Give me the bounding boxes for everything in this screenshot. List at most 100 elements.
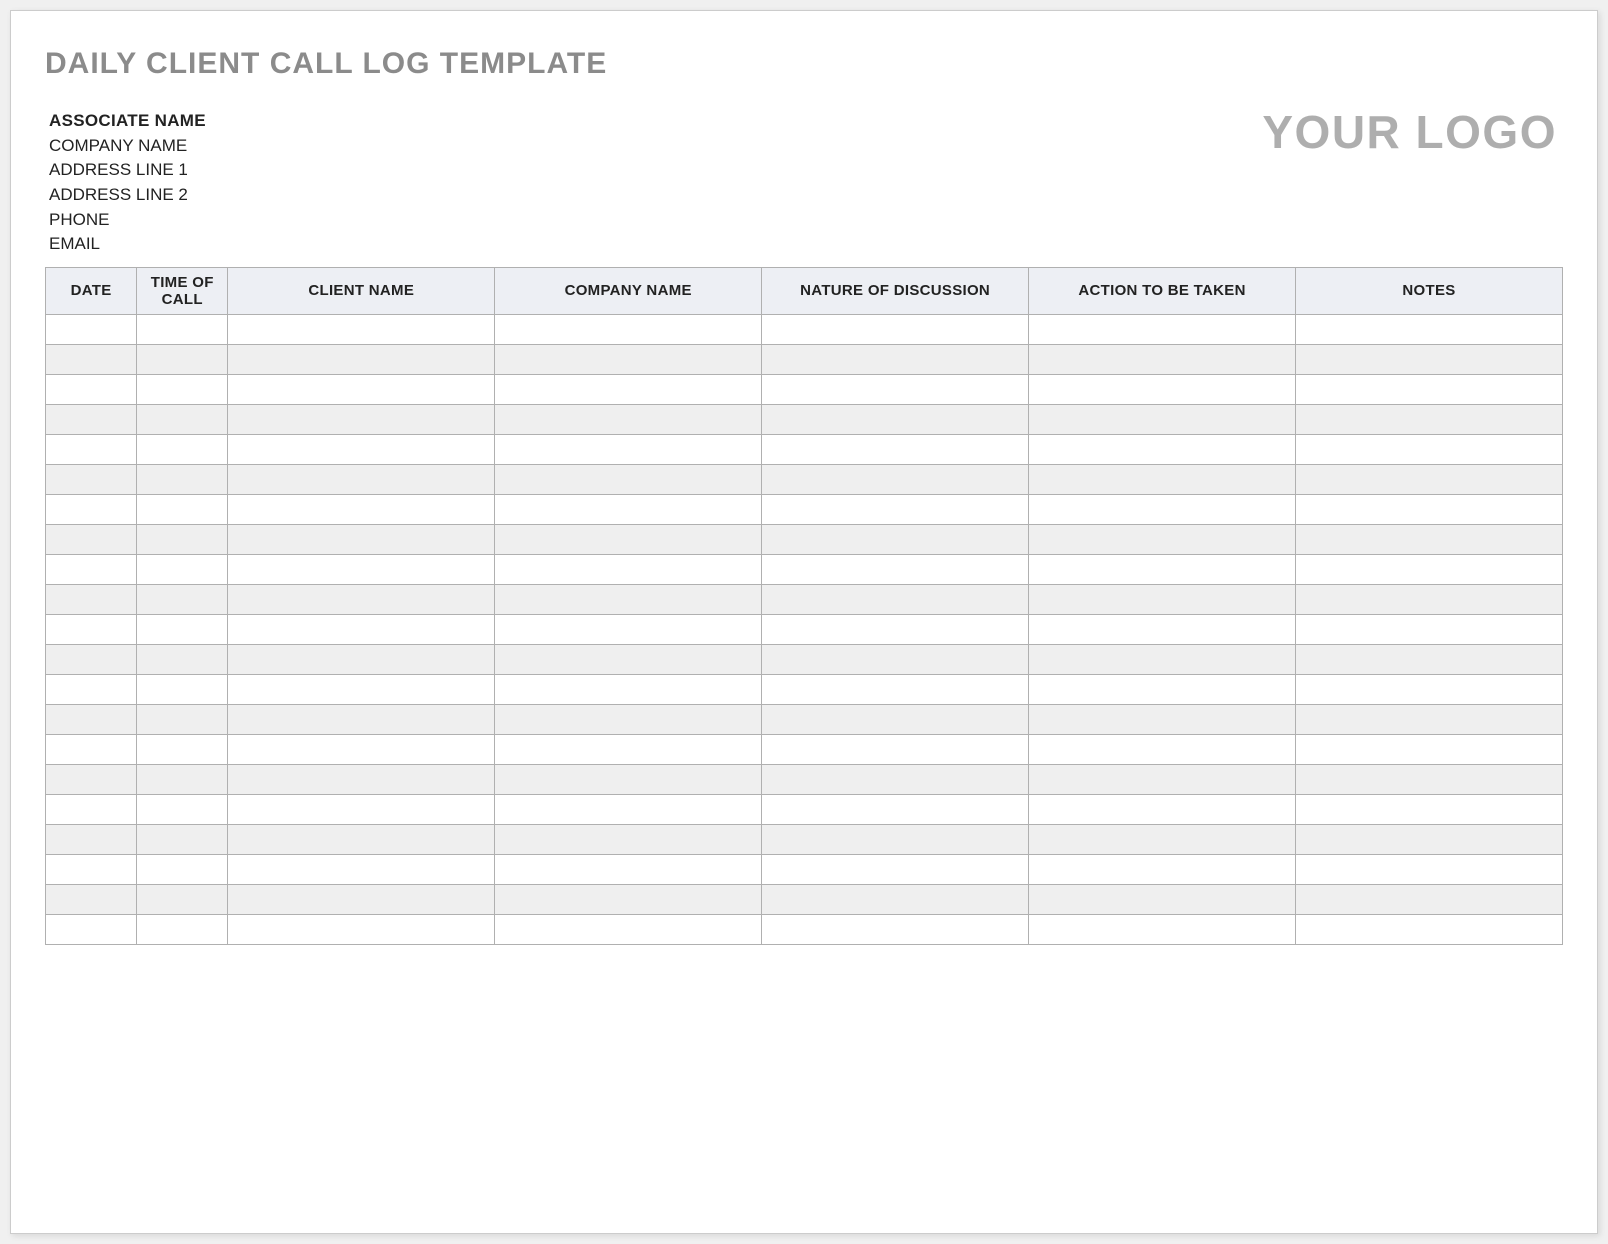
table-cell: [1296, 764, 1563, 794]
table-cell: [495, 464, 762, 494]
table-cell: [46, 374, 137, 404]
table-cell: [762, 734, 1029, 764]
table-cell: [137, 884, 228, 914]
table-cell: [495, 824, 762, 854]
header-client: CLIENT NAME: [228, 267, 495, 314]
table-cell: [1296, 794, 1563, 824]
table-cell: [1029, 824, 1296, 854]
table-cell: [228, 524, 495, 554]
table-cell: [1029, 764, 1296, 794]
table-cell: [228, 404, 495, 434]
table-cell: [228, 854, 495, 884]
header-time: TIME OF CALL: [137, 267, 228, 314]
table-cell: [762, 914, 1029, 944]
table-cell: [762, 704, 1029, 734]
table-cell: [228, 614, 495, 644]
table-cell: [46, 674, 137, 704]
table-cell: [1296, 854, 1563, 884]
table-cell: [228, 554, 495, 584]
table-cell: [137, 314, 228, 344]
table-cell: [46, 584, 137, 614]
table-cell: [1029, 854, 1296, 884]
table-cell: [228, 704, 495, 734]
table-row: [46, 644, 1563, 674]
table-row: [46, 764, 1563, 794]
table-cell: [228, 644, 495, 674]
table-cell: [495, 434, 762, 464]
table-cell: [762, 824, 1029, 854]
table-row: [46, 464, 1563, 494]
table-cell: [1029, 464, 1296, 494]
call-log-table: DATE TIME OF CALL CLIENT NAME COMPANY NA…: [45, 267, 1563, 945]
header-action: ACTION TO BE TAKEN: [1029, 267, 1296, 314]
table-cell: [46, 404, 137, 434]
header-row: ASSOCIATE NAME COMPANY NAME ADDRESS LINE…: [45, 109, 1563, 257]
table-cell: [495, 854, 762, 884]
table-cell: [228, 674, 495, 704]
table-row: [46, 554, 1563, 584]
table-cell: [1296, 914, 1563, 944]
table-cell: [495, 524, 762, 554]
table-cell: [46, 764, 137, 794]
table-cell: [1296, 884, 1563, 914]
table-cell: [46, 344, 137, 374]
table-cell: [495, 704, 762, 734]
table-cell: [137, 854, 228, 884]
table-cell: [762, 404, 1029, 434]
table-cell: [137, 614, 228, 644]
table-cell: [762, 614, 1029, 644]
table-cell: [1296, 434, 1563, 464]
associate-company: COMPANY NAME: [49, 134, 206, 159]
table-cell: [137, 434, 228, 464]
table-cell: [1296, 404, 1563, 434]
table-cell: [495, 314, 762, 344]
table-cell: [137, 914, 228, 944]
table-header-row: DATE TIME OF CALL CLIENT NAME COMPANY NA…: [46, 267, 1563, 314]
table-cell: [46, 824, 137, 854]
table-row: [46, 824, 1563, 854]
table-cell: [137, 704, 228, 734]
table-cell: [762, 584, 1029, 614]
table-cell: [46, 524, 137, 554]
table-cell: [137, 824, 228, 854]
header-date: DATE: [46, 267, 137, 314]
associate-phone: PHONE: [49, 208, 206, 233]
table-cell: [228, 374, 495, 404]
table-cell: [137, 584, 228, 614]
table-cell: [46, 434, 137, 464]
table-cell: [1029, 734, 1296, 764]
table-cell: [1029, 374, 1296, 404]
table-cell: [1029, 404, 1296, 434]
table-cell: [762, 884, 1029, 914]
table-cell: [137, 494, 228, 524]
table-cell: [137, 404, 228, 434]
table-cell: [228, 584, 495, 614]
table-cell: [1296, 614, 1563, 644]
table-cell: [1296, 554, 1563, 584]
document-page: DAILY CLIENT CALL LOG TEMPLATE ASSOCIATE…: [10, 10, 1598, 1234]
table-cell: [1296, 584, 1563, 614]
table-cell: [1029, 914, 1296, 944]
table-cell: [228, 344, 495, 374]
table-row: [46, 524, 1563, 554]
table-cell: [495, 644, 762, 674]
table-cell: [762, 854, 1029, 884]
table-cell: [495, 884, 762, 914]
table-cell: [228, 824, 495, 854]
table-row: [46, 674, 1563, 704]
table-row: [46, 344, 1563, 374]
table-cell: [137, 764, 228, 794]
table-cell: [495, 374, 762, 404]
table-cell: [137, 374, 228, 404]
table-cell: [1296, 464, 1563, 494]
table-cell: [495, 554, 762, 584]
table-row: [46, 794, 1563, 824]
table-cell: [228, 734, 495, 764]
table-cell: [46, 314, 137, 344]
table-cell: [46, 884, 137, 914]
table-cell: [495, 494, 762, 524]
table-cell: [1029, 554, 1296, 584]
table-cell: [228, 464, 495, 494]
table-cell: [495, 584, 762, 614]
table-cell: [228, 494, 495, 524]
